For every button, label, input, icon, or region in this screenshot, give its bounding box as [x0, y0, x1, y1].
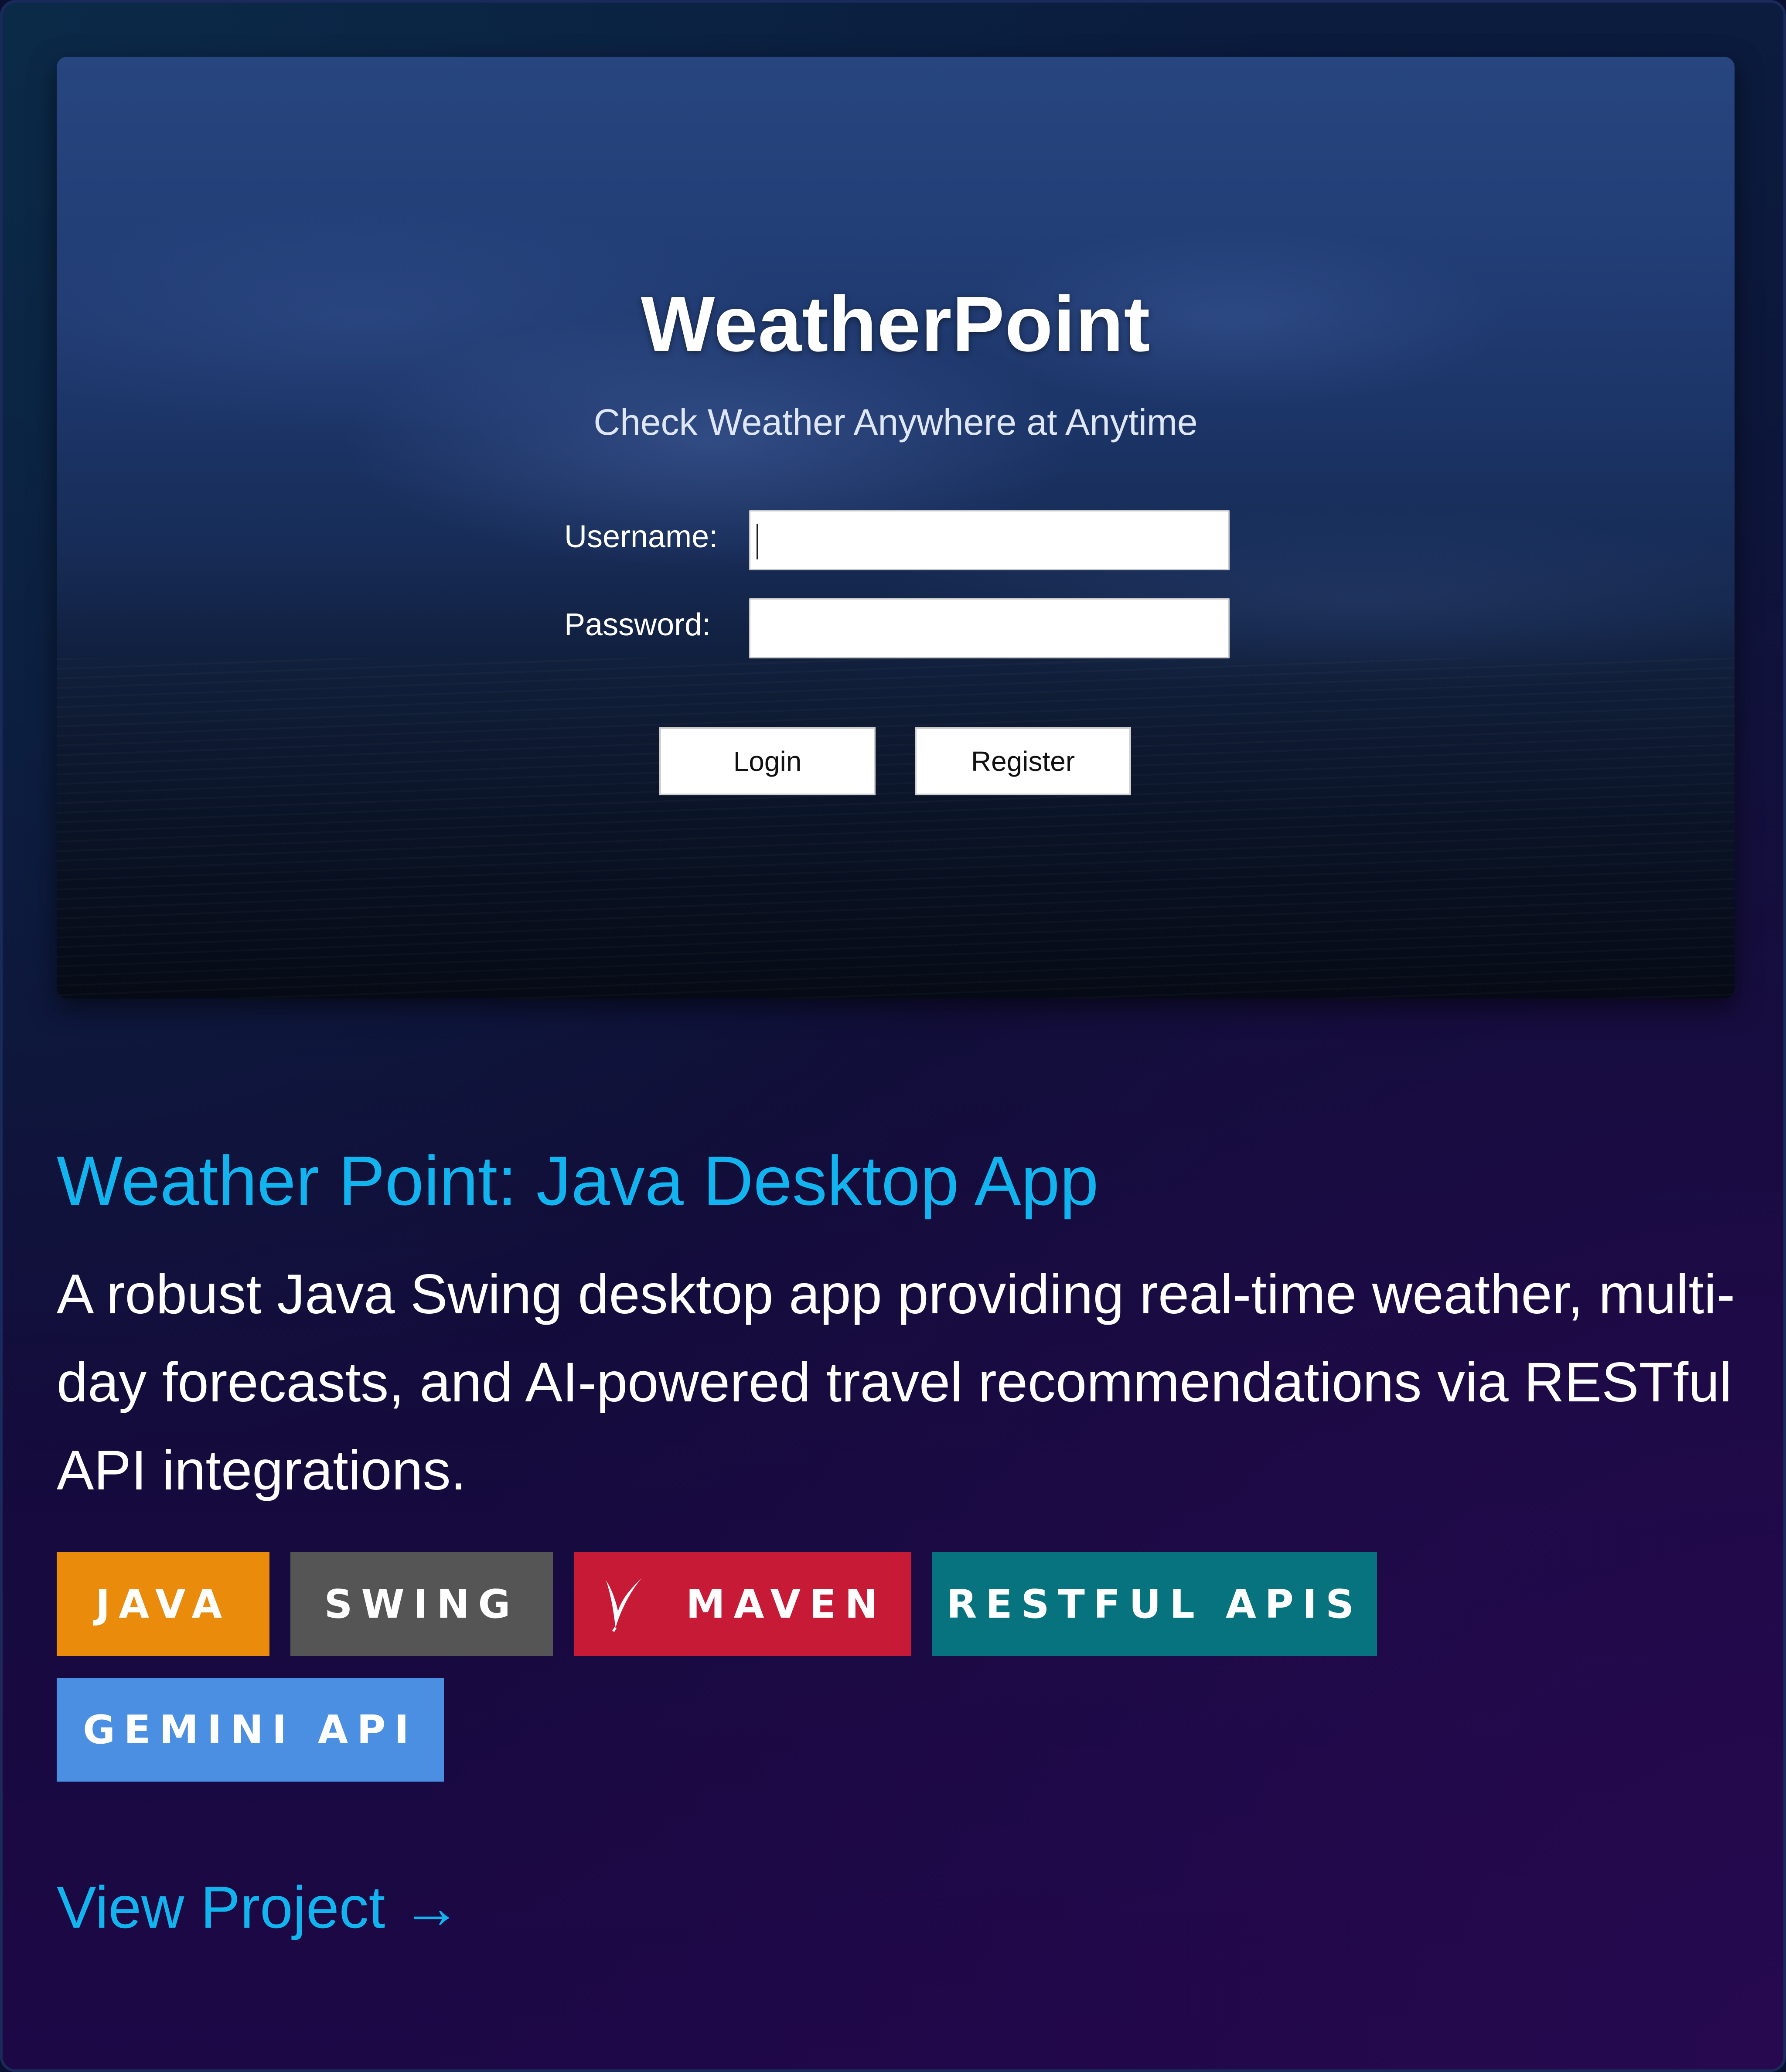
- tag-restful-apis[interactable]: RESTFUL APIS: [932, 1552, 1377, 1656]
- password-input[interactable]: [749, 598, 1230, 658]
- project-title[interactable]: Weather Point: Java Desktop App: [57, 1141, 1099, 1221]
- tag-swing[interactable]: SWING: [290, 1552, 553, 1656]
- tag-maven[interactable]: MAVEN: [574, 1552, 911, 1656]
- tag-gemini-api[interactable]: GEMINI API: [57, 1678, 444, 1782]
- project-description: A robust Java Swing desktop app providin…: [57, 1263, 1735, 1502]
- tag-java[interactable]: JAVA: [57, 1552, 269, 1656]
- apache-feather-icon: [606, 1578, 642, 1632]
- tag-label: JAVA: [95, 1581, 231, 1627]
- tag-label: MAVEN: [686, 1581, 886, 1627]
- username-label: Username:: [564, 519, 718, 554]
- tag-label: GEMINI API: [83, 1707, 418, 1753]
- login-button[interactable]: Login: [659, 727, 876, 795]
- project-card: WeatherPoint Check Weather Anywhere at A…: [0, 0, 1786, 2072]
- tag-label: SWING: [324, 1581, 519, 1627]
- screenshot-background: [57, 658, 1735, 999]
- password-label: Password:: [564, 607, 711, 642]
- view-project-link[interactable]: View Project →: [57, 1873, 461, 1941]
- app-title: WeatherPoint: [641, 280, 1151, 368]
- register-button[interactable]: Register: [915, 727, 1131, 795]
- tag-label: RESTFUL APIS: [946, 1581, 1363, 1627]
- project-screenshot: WeatherPoint Check Weather Anywhere at A…: [57, 57, 1735, 999]
- app-subtitle: Check Weather Anywhere at Anytime: [593, 402, 1198, 443]
- text-caret: [757, 524, 758, 559]
- username-input[interactable]: [749, 510, 1230, 570]
